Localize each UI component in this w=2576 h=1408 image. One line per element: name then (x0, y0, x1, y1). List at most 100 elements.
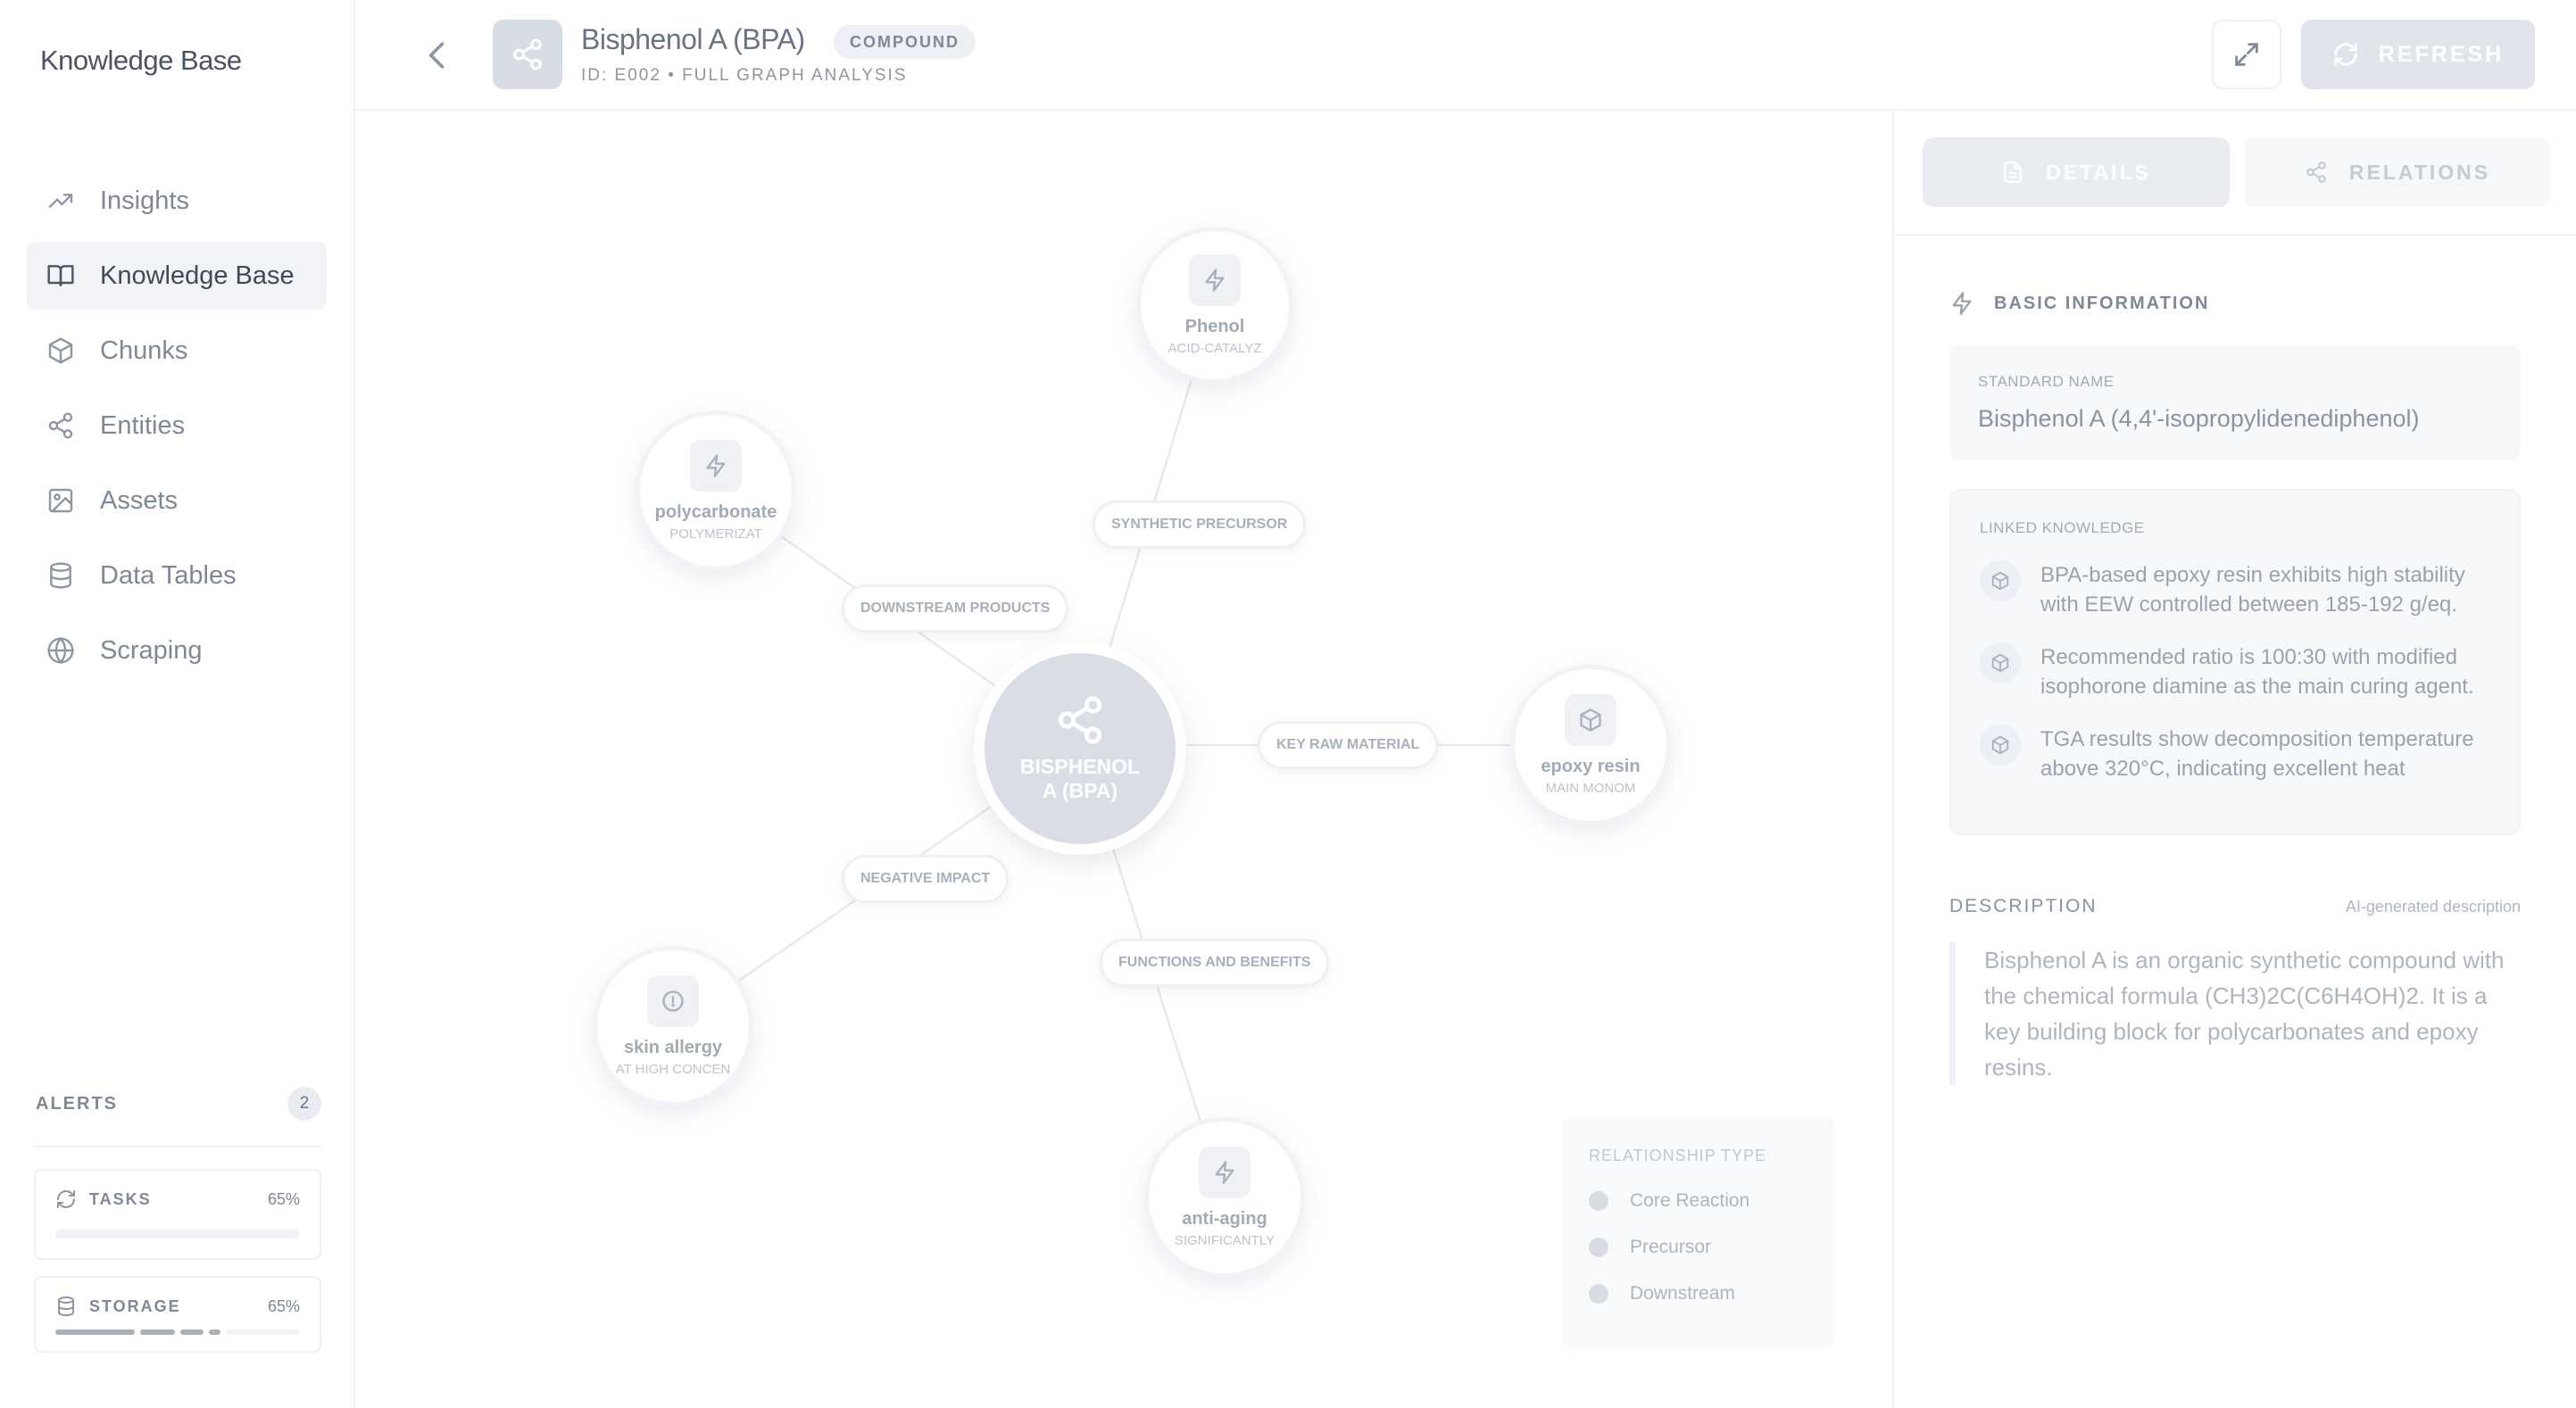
sidebar-item-data-tables[interactable]: Data Tables (27, 542, 327, 609)
node-name: polycarbonate (654, 502, 777, 522)
tasks-value: 65% (267, 1189, 300, 1208)
share-icon (1058, 696, 1102, 744)
edge-label-downstream-products[interactable]: DOWNSTREAM PRODUCTS (842, 584, 1069, 633)
brand-title[interactable]: Knowledge Base (40, 45, 242, 77)
cube-icon (1980, 560, 2021, 601)
tasks-card[interactable]: TASKS 65% (34, 1169, 321, 1260)
divider (1894, 234, 2576, 236)
graph-node-polycarbonate[interactable]: polycarbonate POLYMERIZAT (636, 410, 796, 571)
graph-node-epoxy-resin[interactable]: epoxy resin MAIN MONOM (1510, 665, 1671, 825)
edge-label-key-raw-material[interactable]: KEY RAW MATERIAL (1258, 721, 1439, 769)
center-node[interactable]: BISPHENOL A (BPA) (974, 642, 1186, 855)
share-icon (2305, 161, 2328, 184)
sidebar-item-knowledge-base[interactable]: Knowledge Base (27, 242, 327, 310)
legend-item-label: Core Reaction (1630, 1190, 1750, 1211)
page-header: Bisphenol A (BPA) COMPOUND ID: E002 • FU… (355, 0, 2576, 111)
standard-name-card: STANDARD NAME Bisphenol A (4,4'-isopropy… (1949, 344, 2521, 460)
storage-progress-segment (179, 1329, 204, 1335)
node-name: skin allergy (623, 1038, 723, 1057)
sidebar-item-scraping[interactable]: Scraping (27, 617, 327, 684)
legend-dot (1589, 1238, 1608, 1257)
storage-progress-segment (208, 1329, 220, 1335)
sidebar-item-insights[interactable]: Insights (27, 167, 327, 235)
standard-name-label: STANDARD NAME (1978, 373, 2115, 390)
storage-value: 65% (267, 1296, 300, 1315)
legend-title: RELATIONSHIP TYPE (1589, 1147, 1767, 1164)
refresh-icon (2332, 41, 2359, 68)
alert-icon (647, 975, 699, 1027)
description-title: DESCRIPTION (1949, 896, 2098, 916)
tab-relations[interactable]: RELATIONS (2244, 137, 2551, 207)
node-subtitle: ACID-CATALYZ (1168, 341, 1262, 356)
refresh-icon (55, 1189, 77, 1210)
zap-icon (1189, 254, 1241, 306)
page-title: Bisphenol A (BPA) (581, 23, 805, 55)
sidebar-item-label: Entities (100, 410, 186, 440)
legend-item[interactable]: Core Reaction (1589, 1190, 1808, 1212)
refresh-label: REFRESH (2378, 41, 2505, 67)
storage-progress-bar (55, 1329, 300, 1335)
linked-knowledge-card: LINKED KNOWLEDGE BPA-based epoxy resin e… (1949, 489, 2521, 835)
expand-icon (2235, 43, 2258, 66)
storage-card[interactable]: STORAGE 65% (34, 1276, 321, 1353)
chevron-left-icon (428, 42, 445, 69)
storage-label: STORAGE (89, 1296, 181, 1315)
legend-dot (1589, 1284, 1608, 1304)
refresh-button[interactable]: REFRESH (2301, 20, 2535, 89)
linked-knowledge-item[interactable]: TGA results show decomposition temperatu… (1980, 725, 2490, 783)
book-icon (46, 261, 75, 290)
node-subtitle: AT HIGH CONCEN (615, 1062, 731, 1077)
sidebar-item-entities[interactable]: Entities (27, 392, 327, 460)
expand-button[interactable] (2212, 20, 2281, 89)
zap-icon (690, 440, 742, 492)
legend-item-label: Precursor (1630, 1237, 1712, 1257)
linked-knowledge-item[interactable]: Recommended ratio is 100:30 with modifie… (1980, 642, 2490, 701)
legend-item[interactable]: Downstream (1589, 1283, 1808, 1304)
sidebar-item-label: Knowledge Base (100, 261, 295, 290)
file-text-icon (2001, 161, 2024, 184)
cube-icon (1980, 725, 2021, 766)
sidebar-item-assets[interactable]: Assets (27, 467, 327, 534)
relationship-legend: RELATIONSHIP TYPE Core Reaction Precurso… (1562, 1116, 1835, 1350)
graph-node-skin-allergy[interactable]: skin allergy AT HIGH CONCEN (593, 946, 753, 1106)
linked-knowledge-text: Recommended ratio is 100:30 with modifie… (2040, 645, 2474, 699)
sidebar-item-chunks[interactable]: Chunks (27, 317, 327, 385)
legend-dot (1589, 1191, 1608, 1211)
tab-label: RELATIONS (2348, 160, 2491, 184)
tab-label: DETAILS (2046, 160, 2151, 184)
zap-icon (1199, 1147, 1251, 1198)
alerts-title: ALERTS (36, 1093, 118, 1114)
sidebar: Knowledge Base Insights Knowledge Base C… (0, 0, 355, 1408)
tasks-progress-track (55, 1230, 300, 1238)
basic-info-title: BASIC INFORMATION (1994, 293, 2210, 313)
description-header: DESCRIPTION AI-generated description (1949, 896, 2521, 917)
cube-icon (46, 336, 75, 365)
edge-label-functions-and-benefits[interactable]: FUNCTIONS AND BENEFITS (1100, 939, 1330, 987)
node-name: Phenol (1184, 317, 1245, 336)
storage-progress-segment (225, 1329, 300, 1335)
cube-icon (1980, 642, 2021, 683)
legend-item[interactable]: Precursor (1589, 1237, 1808, 1258)
linked-knowledge-item[interactable]: BPA-based epoxy resin exhibits high stab… (1980, 560, 2490, 619)
details-panel: DETAILS RELATIONS BASIC INFORMATION STAN… (1892, 111, 2576, 1408)
linked-knowledge-text: BPA-based epoxy resin exhibits high stab… (2040, 563, 2465, 617)
edge-label-negative-impact[interactable]: NEGATIVE IMPACT (842, 855, 1010, 903)
sidebar-item-label: Assets (100, 485, 179, 515)
divider (34, 1146, 321, 1147)
globe-icon (46, 636, 75, 665)
database-icon (55, 1296, 77, 1317)
linked-knowledge-title: LINKED KNOWLEDGE (1980, 519, 2145, 536)
center-node-label: BISPHENOL A (BPA) (1019, 755, 1141, 802)
legend-item-label: Downstream (1630, 1283, 1735, 1304)
standard-name-value: Bisphenol A (4,4'-isopropylidenediphenol… (1978, 405, 2420, 432)
knowledge-graph-canvas[interactable]: SYNTHETIC PRECURSOR DOWNSTREAM PRODUCTS … (355, 111, 1892, 1408)
tasks-label: TASKS (89, 1189, 152, 1208)
edge-label-synthetic-precursor[interactable]: SYNTHETIC PRECURSOR (1093, 501, 1307, 549)
alerts-count-badge[interactable]: 2 (287, 1087, 321, 1121)
image-icon (46, 486, 75, 515)
storage-progress-segment (55, 1329, 135, 1335)
back-button[interactable] (418, 36, 457, 75)
graph-node-phenol[interactable]: Phenol ACID-CATALYZ (1136, 227, 1293, 384)
tab-details[interactable]: DETAILS (1923, 137, 2230, 207)
graph-node-anti-aging[interactable]: anti-aging SIGNIFICANTLY (1144, 1117, 1305, 1278)
